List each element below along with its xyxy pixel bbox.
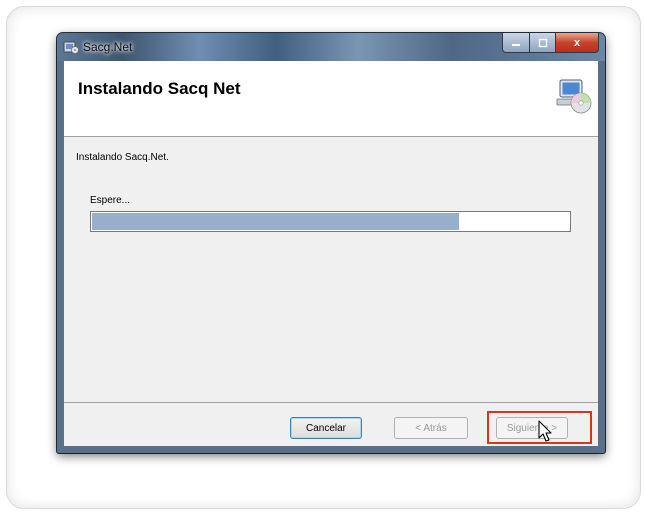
status-text: Instalando Sacq.Net. [76, 152, 169, 163]
mouse-pointer-icon [538, 420, 552, 442]
minimize-icon [512, 43, 520, 46]
installer-app-icon [63, 41, 79, 54]
dialog-client-area: Instalando Sacq Net Instalando Sacq.Net.… [64, 61, 598, 446]
maximize-button[interactable] [530, 33, 556, 53]
minimize-button[interactable] [502, 33, 530, 53]
maximize-icon [538, 38, 547, 47]
progress-fill [92, 213, 459, 230]
back-button[interactable]: < Atrás [394, 417, 468, 439]
cancel-button[interactable]: Cancelar [290, 417, 362, 439]
installer-window: Sacg.Net x Instalando Sacq Net Instaland… [57, 33, 605, 453]
close-icon: x [573, 36, 581, 49]
footer-divider [64, 402, 598, 403]
title-bar[interactable]: Sacg.Net x [57, 33, 605, 61]
cancel-button-label: Cancelar [305, 422, 347, 434]
wait-label: Espere... [90, 195, 131, 206]
dialog-header: Instalando Sacq Net [64, 61, 598, 137]
install-progress-bar [90, 211, 571, 232]
header-title: Instalando Sacq Net [78, 79, 241, 98]
back-button-label: < Atrás [415, 422, 447, 434]
computer-disc-icon [556, 79, 592, 114]
close-button[interactable]: x [556, 33, 599, 53]
window-title: Sacg.Net [83, 40, 133, 54]
